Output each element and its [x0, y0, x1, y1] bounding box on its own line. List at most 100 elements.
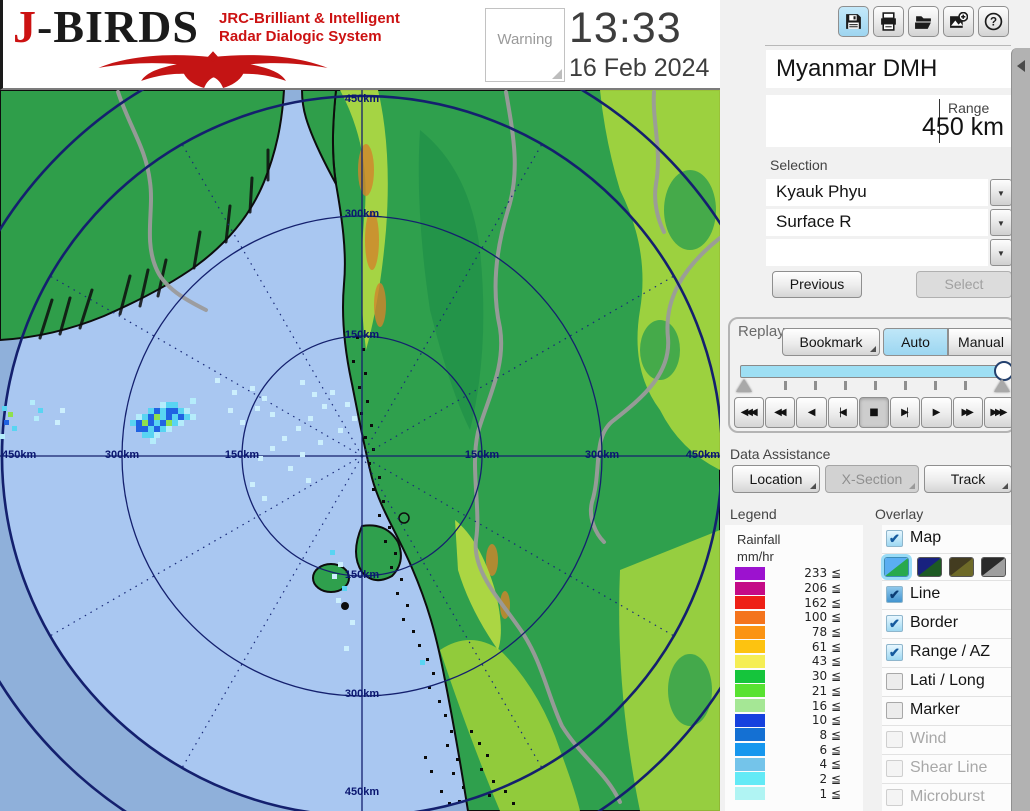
legend-color-swatch — [735, 758, 765, 771]
jbirds-logo: J-BIRDS JRC-Brilliant & Intelligent Rada… — [11, 2, 403, 88]
legend-item: 206 ≦ — [735, 581, 855, 596]
logo-title: J-BIRDS — [13, 2, 199, 52]
add-image-button[interactable] — [943, 6, 974, 37]
radar-map-view[interactable]: 450km 300km 150km 150km 300km 450km 450k… — [0, 90, 720, 811]
checkbox-checked-icon[interactable]: ✔ — [886, 644, 903, 661]
stop-button[interactable]: ■ — [859, 397, 889, 428]
panel-collapse-strip[interactable] — [1011, 48, 1030, 811]
legend-item: 61 ≦ — [735, 639, 855, 654]
ring-label-150-left: 150km — [225, 449, 259, 461]
map-style-swatch-2[interactable] — [917, 557, 942, 577]
legend-item: 16 ≦ — [735, 698, 855, 713]
checkbox-unchecked-icon[interactable] — [886, 702, 903, 719]
replay-range-end-marker[interactable] — [994, 379, 1010, 392]
open-file-button[interactable] — [908, 6, 939, 37]
legend-item: 162 ≦ — [735, 595, 855, 610]
overlay-row-microburst: Microburst — [882, 784, 1014, 811]
legend-color-swatch — [735, 772, 765, 785]
legend-title: Rainfall — [737, 532, 780, 547]
legend-color-swatch — [735, 567, 765, 580]
legend-item: 233 ≦ — [735, 566, 855, 581]
overlay-row-border[interactable]: ✔Border — [882, 610, 1014, 639]
menu-corner-icon — [909, 483, 915, 489]
legend-color-swatch — [735, 655, 765, 668]
selection-option-field[interactable] — [766, 239, 988, 266]
selection-option-dropdown-button[interactable]: ▼ — [990, 239, 1012, 266]
track-button[interactable]: Track — [924, 465, 1012, 493]
range-display: Range 450 km — [766, 95, 1012, 147]
checkbox-disabled-icon — [886, 731, 903, 748]
ring-label-150-bottom: 150km — [345, 569, 379, 581]
replay-auto-button[interactable]: Auto — [883, 328, 948, 356]
legend-unit: mm/hr — [737, 549, 774, 564]
step-backward-button[interactable]: |◀ — [828, 397, 858, 428]
ring-label-300-right: 300km — [585, 449, 619, 461]
clock-time: 13:33 — [569, 0, 729, 56]
replay-label: Replay — [738, 323, 785, 340]
save-button[interactable] — [838, 6, 869, 37]
selection-site-dropdown-button[interactable]: ▼ — [990, 179, 1012, 206]
bookmark-button[interactable]: Bookmark — [782, 328, 880, 356]
rewind-fast-button[interactable]: ◀◀ — [765, 397, 795, 428]
warning-dropdown[interactable]: Warning — [485, 8, 565, 82]
legend-color-swatch — [735, 626, 765, 639]
checkbox-checked-icon[interactable]: ✔ — [886, 615, 903, 632]
warning-label: Warning — [486, 31, 564, 48]
checkbox-checked-icon[interactable]: ✔ — [886, 586, 903, 603]
legend-item: 100 ≦ — [735, 610, 855, 625]
legend-item: 4 ≦ — [735, 757, 855, 772]
ring-label-150-right: 150km — [465, 449, 499, 461]
overlay-row-map[interactable]: ✔Map — [882, 525, 1014, 554]
clock-date: 16 Feb 2024 — [569, 54, 739, 83]
toolbar-separator — [765, 45, 1011, 46]
map-style-swatch-3[interactable] — [949, 557, 974, 577]
overlay-row-wind: Wind — [882, 726, 1014, 755]
save-icon — [844, 12, 863, 31]
play-forward-button[interactable]: ▶ — [921, 397, 951, 428]
location-button[interactable]: Location — [732, 465, 820, 493]
chevron-down-icon: ▼ — [997, 189, 1005, 198]
overlay-row-line[interactable]: ✔Line — [882, 581, 1014, 610]
legend-color-swatch — [735, 787, 765, 800]
jbirds-application-window: J-BIRDS JRC-Brilliant & Intelligent Rada… — [0, 0, 1030, 811]
print-button[interactable] — [873, 6, 904, 37]
eagle-icon — [33, 50, 393, 88]
overlay-row-marker[interactable]: Marker — [882, 697, 1014, 726]
previous-button[interactable]: Previous — [772, 271, 862, 298]
selection-product-field[interactable]: Surface R — [766, 209, 988, 236]
replay-range-start-marker[interactable] — [736, 379, 752, 392]
selection-site-field[interactable]: Kyauk Phyu — [766, 179, 988, 206]
replay-group: Replay Bookmark Auto Manual ◀◀◀ ◀◀ ◀ |◀ … — [728, 317, 1016, 433]
x-section-button[interactable]: X-Section — [825, 465, 919, 493]
replay-manual-button[interactable]: Manual — [948, 328, 1014, 356]
checkbox-checked-icon[interactable]: ✔ — [886, 530, 903, 547]
replay-timeline-track[interactable] — [740, 365, 1006, 378]
rewind-fastest-button[interactable]: ◀◀◀ — [734, 397, 764, 428]
logo-title-j: J — [13, 1, 37, 52]
play-backward-button[interactable]: ◀ — [796, 397, 826, 428]
legend-color-swatch — [735, 611, 765, 624]
select-button[interactable]: Select — [916, 271, 1012, 298]
legend-color-swatch — [735, 582, 765, 595]
map-style-swatch-4[interactable] — [981, 557, 1006, 577]
menu-corner-icon — [1002, 483, 1008, 489]
overlay-list: ✔Map ✔Line ✔Border ✔Range / AZ Lati / Lo… — [882, 525, 1014, 811]
selection-product-dropdown-button[interactable]: ▼ — [990, 209, 1012, 236]
range-value: 450 km — [922, 113, 1004, 142]
resize-grip-icon — [552, 69, 562, 79]
overlay-row-lati-long[interactable]: Lati / Long — [882, 668, 1014, 697]
forward-fast-button[interactable]: ▶▶ — [953, 397, 983, 428]
legend-item: 30 ≦ — [735, 669, 855, 684]
legend-color-swatch — [735, 728, 765, 741]
control-panel: ? Myanmar DMH Range 450 km Selection Kya… — [720, 0, 1030, 811]
forward-fastest-button[interactable]: ▶▶▶ — [984, 397, 1014, 428]
data-assistance-label: Data Assistance — [730, 446, 830, 462]
print-icon — [879, 12, 898, 31]
legend-item: 2 ≦ — [735, 772, 855, 787]
legend-color-swatch — [735, 714, 765, 727]
overlay-row-range-az[interactable]: ✔Range / AZ — [882, 639, 1014, 668]
step-forward-button[interactable]: ▶| — [890, 397, 920, 428]
map-style-swatch-1[interactable] — [884, 557, 909, 577]
checkbox-unchecked-icon[interactable] — [886, 673, 903, 690]
help-button[interactable]: ? — [978, 6, 1009, 37]
